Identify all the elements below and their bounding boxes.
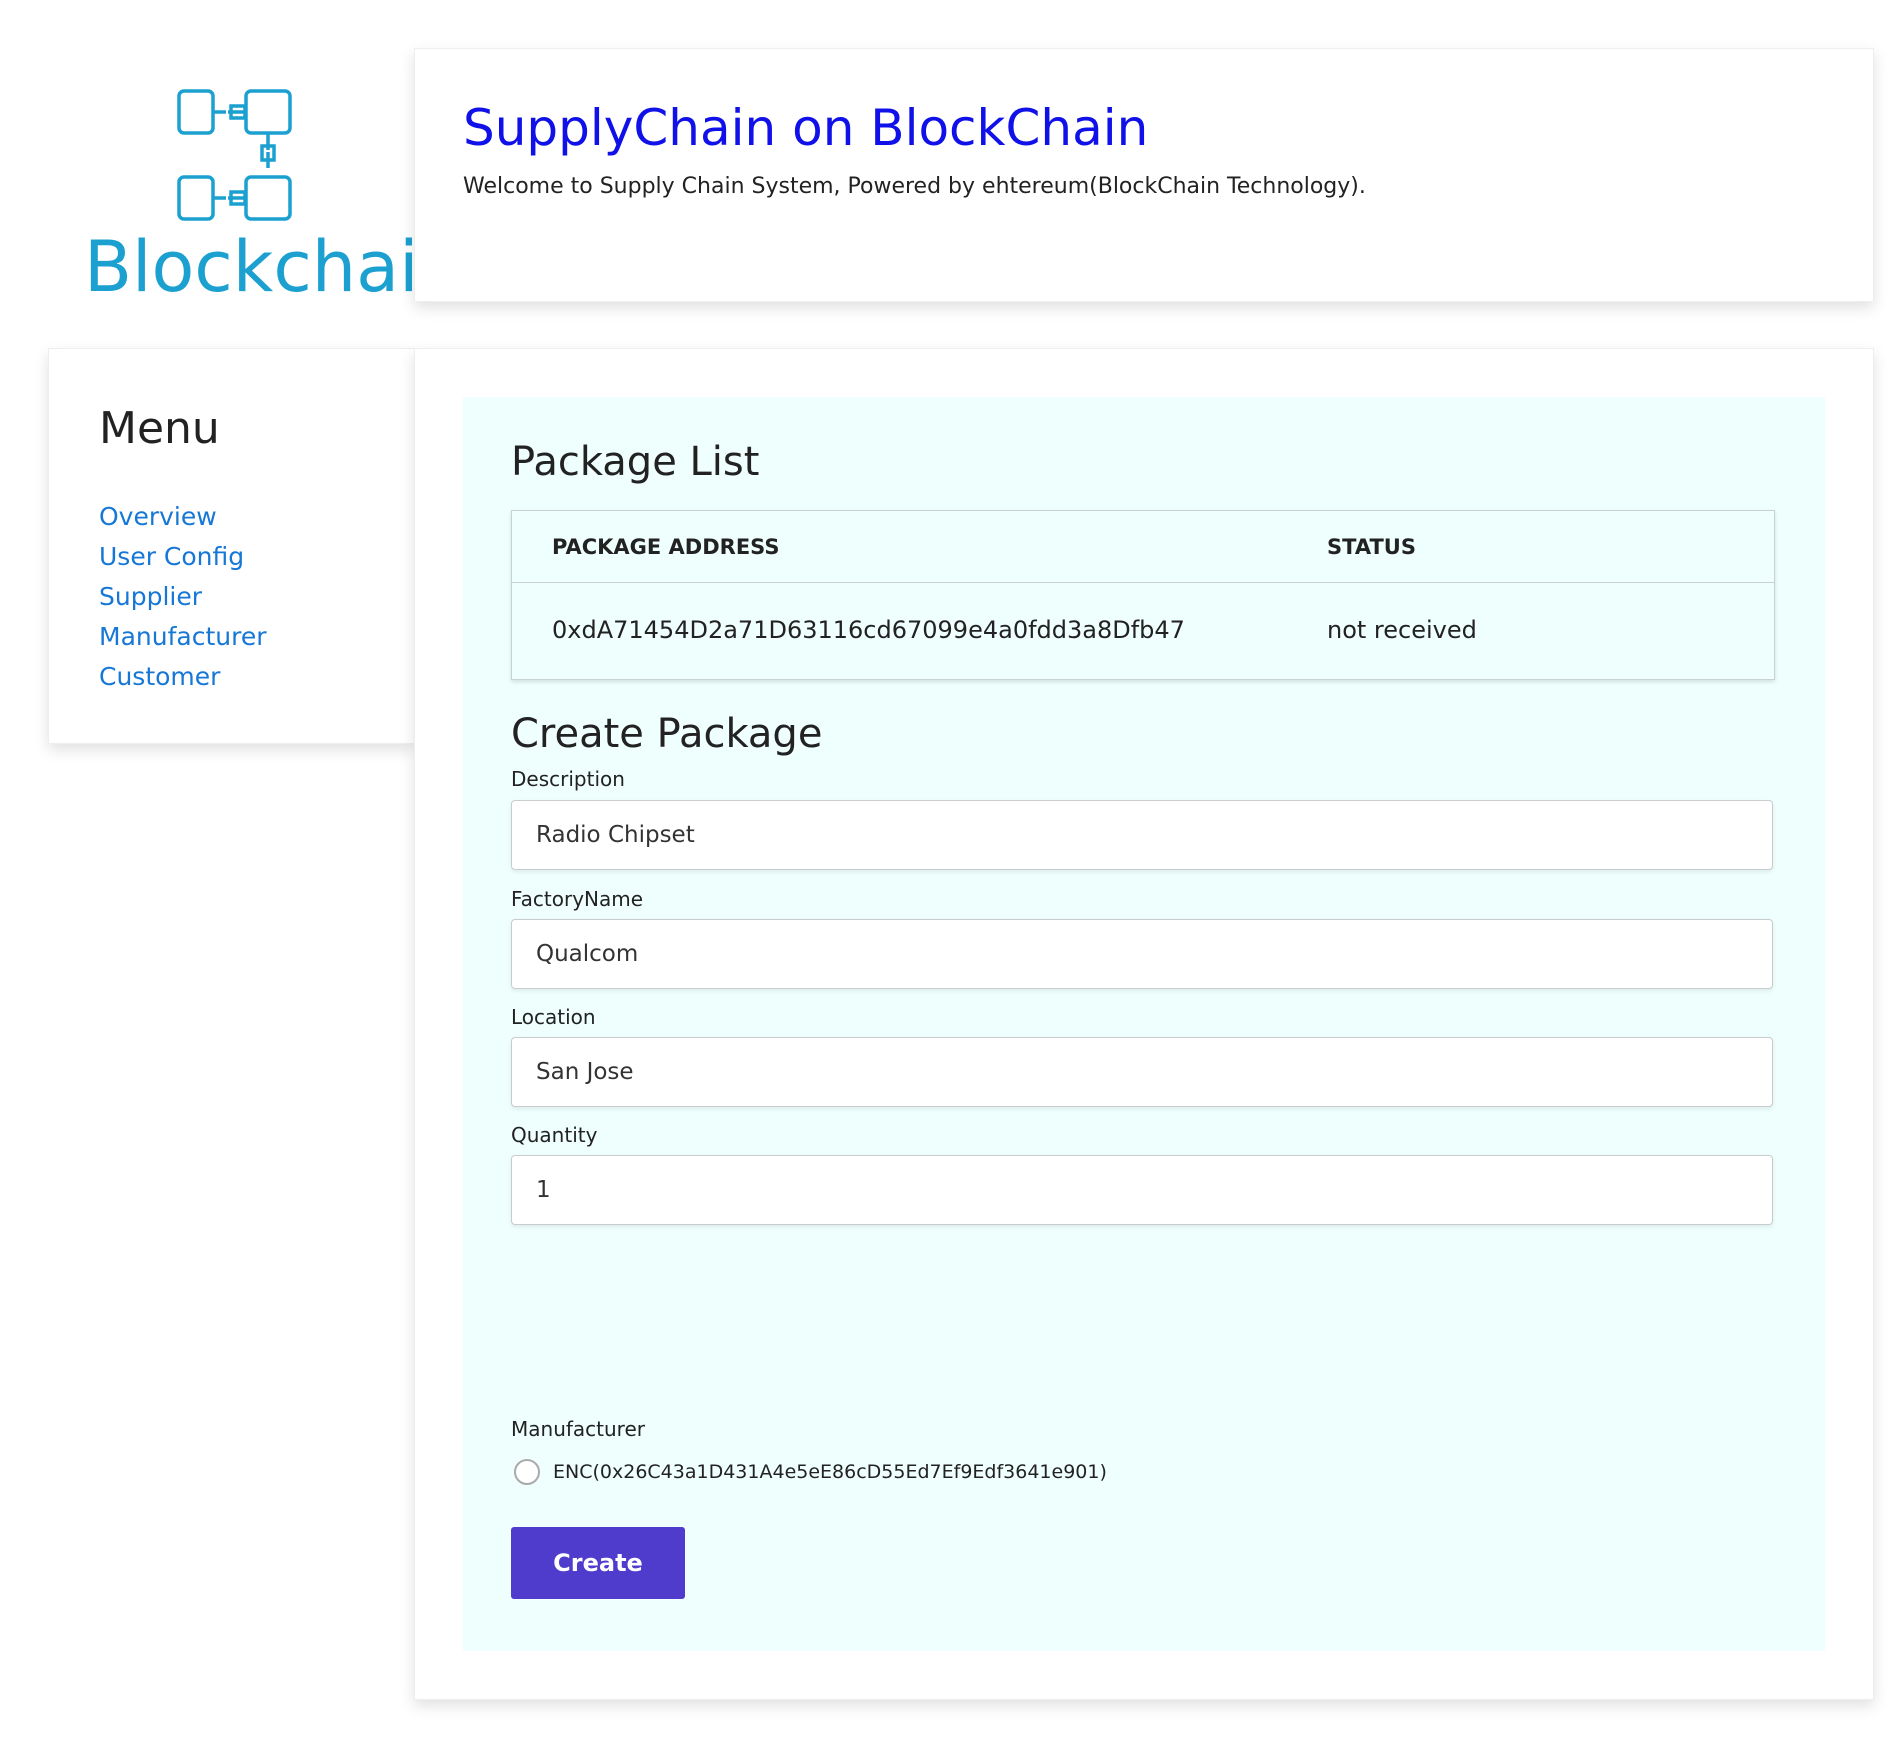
description-input[interactable] — [511, 800, 1773, 870]
column-header-status: STATUS — [1327, 535, 1416, 559]
menu-list: Overview User Config Supplier Manufactur… — [99, 497, 266, 697]
manufacturer-option-label: ENC(0x26C43a1D431A4e5eE86cD55Ed7Ef9Edf36… — [553, 1461, 1107, 1483]
sidebar-menu: Menu Overview User Config Supplier Manuf… — [48, 348, 415, 744]
site-subtitle: Welcome to Supply Chain System, Powered … — [463, 174, 1366, 199]
chain-links-icon — [177, 89, 292, 221]
package-status-cell: not received — [1327, 616, 1477, 644]
package-address-cell: 0xdA71454D2a71D63116cd67099e4a0fdd3a8Dfb… — [552, 616, 1185, 644]
package-list-title: Package List — [511, 439, 760, 485]
menu-item-manufacturer[interactable]: Manufacturer — [99, 622, 266, 651]
main-card: Package List PACKAGE ADDRESS STATUS 0xdA… — [414, 348, 1874, 1700]
factory-name-label: FactoryName — [511, 887, 644, 911]
manufacturer-radio[interactable] — [514, 1459, 540, 1485]
create-package-title: Create Package — [511, 711, 823, 757]
site-title: SupplyChain on BlockChain — [463, 99, 1149, 157]
content-panel: Package List PACKAGE ADDRESS STATUS 0xdA… — [463, 397, 1825, 1651]
create-button[interactable]: Create — [511, 1527, 685, 1599]
location-input[interactable] — [511, 1037, 1773, 1107]
menu-title: Menu — [99, 403, 220, 454]
logo-text: Blockchain — [84, 226, 463, 308]
menu-item-user-config[interactable]: User Config — [99, 542, 244, 571]
menu-item-overview[interactable]: Overview — [99, 502, 217, 531]
factory-name-input[interactable] — [511, 919, 1773, 989]
menu-item-customer[interactable]: Customer — [99, 662, 220, 691]
manufacturer-label: Manufacturer — [511, 1417, 645, 1441]
location-label: Location — [511, 1005, 596, 1029]
description-label: Description — [511, 767, 625, 791]
package-table: PACKAGE ADDRESS STATUS 0xdA71454D2a71D63… — [511, 510, 1775, 680]
header-card: SupplyChain on BlockChain Welcome to Sup… — [414, 48, 1874, 302]
column-header-address: PACKAGE ADDRESS — [552, 535, 780, 559]
quantity-label: Quantity — [511, 1123, 598, 1147]
menu-item-supplier[interactable]: Supplier — [99, 582, 202, 611]
table-row[interactable]: 0xdA71454D2a71D63116cd67099e4a0fdd3a8Dfb… — [512, 583, 1774, 679]
quantity-input[interactable] — [511, 1155, 1773, 1225]
logo: Blockchain — [50, 48, 463, 308]
table-header-row: PACKAGE ADDRESS STATUS — [512, 511, 1774, 583]
